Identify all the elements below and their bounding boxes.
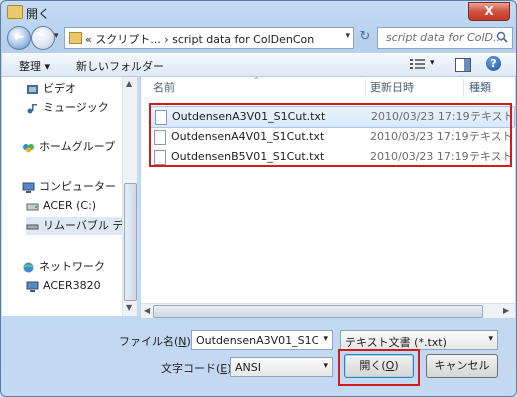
encoding-value: ANSI [235,361,261,374]
encoding-select[interactable]: ANSI ▾ [230,357,333,377]
removable-drive-icon [26,224,39,229]
nav-pane-scrollbar[interactable]: ▲ ▼ [122,77,137,316]
nav-item-network[interactable]: ネットワーク [22,258,105,276]
column-header-date[interactable]: 更新日時 [370,77,414,99]
nav-item-acer3820[interactable]: ACER3820 [26,277,101,295]
scroll-left-arrow-icon[interactable]: ◀ [144,306,150,315]
file-list-hscroll-thumb[interactable] [153,305,483,318]
change-view-icon[interactable] [410,58,426,70]
nav-item-homegroup[interactable]: ホームグループ [22,138,115,156]
new-folder-button[interactable]: 新しいフォルダー [76,58,164,74]
window-title: 開く [26,7,51,21]
close-button[interactable]: X [468,2,510,21]
hard-drive-icon [26,203,39,210]
nav-item-removable-drive[interactable]: リムーバブル ディ [26,217,136,235]
scroll-right-arrow-icon[interactable]: ▶ [503,306,509,315]
navigation-pane: ビデオ ミュージック ホームグループ コンピューター ACER (C:) リムー… [2,77,136,316]
refresh-button[interactable]: ↻ [356,28,374,46]
encoding-label: 文字コード(E): [161,362,235,375]
nav-item-label: コンピューター [39,180,116,193]
window-folder-icon [7,5,23,19]
column-separator[interactable] [365,79,366,97]
search-placeholder[interactable]: script data for ColD... [386,31,503,44]
help-icon[interactable]: ? [486,56,501,71]
nav-item-label: ACER (C:) [43,199,97,212]
nav-item-label: ホームグループ [39,140,116,153]
address-path[interactable]: « スクリプト... › script data for ColDenCon [85,31,314,47]
organize-button[interactable]: 整理 ▾ [19,58,50,74]
nav-item-label: リムーバブル ディ [43,219,134,232]
address-bar[interactable]: « スクリプト... › script data for ColDenCon ▾ [64,27,354,49]
nav-pane-scroll-thumb[interactable] [124,183,137,301]
sort-ascending-icon: ⌃ [253,77,260,85]
filename-input[interactable]: OutdensenA3V01_S1Cut. ▾ [191,330,333,350]
filename-label: ファイル名(N): [119,335,195,348]
nav-item-label: ビデオ [43,82,76,95]
navigation-bar: ← → ▾ « スクリプト... › script data for ColDe… [7,25,513,51]
nav-item-label: ミュージック [43,101,109,114]
file-type-value: テキスト文書 (*.txt) [345,336,447,349]
nav-item-label: ネットワーク [39,260,105,273]
network-computer-icon [26,281,39,292]
file-list-highlight-box [149,103,512,167]
music-library-icon [27,103,37,113]
computer-icon [22,182,35,193]
column-header-type[interactable]: 種類 [469,77,491,99]
file-list-hscrollbar[interactable]: ◀ ▶ [141,303,515,318]
network-icon [23,262,34,272]
encoding-dropdown-icon[interactable]: ▾ [323,361,328,371]
homegroup-icon [23,143,34,152]
scroll-down-arrow-icon[interactable]: ▼ [126,303,132,312]
command-toolbar: 整理 ▾ 新しいフォルダー ▾ ? [2,53,516,77]
filename-dropdown-icon[interactable]: ▾ [323,334,328,344]
nav-item-acer-c[interactable]: ACER (C:) [26,197,96,215]
back-button[interactable]: ← [7,26,31,50]
open-button-highlight-box [338,349,420,386]
address-dropdown-button[interactable]: ▾ [345,31,350,41]
nav-item-label: ACER3820 [43,279,101,292]
title-bar: 開く X [1,1,516,23]
forward-button[interactable]: → [31,26,55,50]
video-library-icon [27,84,38,94]
nav-item-computer[interactable]: コンピューター [22,178,116,196]
column-header-name[interactable]: 名前 [153,77,175,99]
filename-value[interactable]: OutdensenA3V01_S1Cut. [196,334,318,347]
pane-splitter[interactable] [137,77,140,316]
search-box[interactable]: script data for ColD... [377,27,513,49]
file-type-select[interactable]: テキスト文書 (*.txt) ▾ [340,330,498,350]
open-file-dialog: 開く X ← → ▾ « スクリプト... › script data for … [0,0,517,397]
file-type-dropdown-icon[interactable]: ▾ [488,334,493,344]
cancel-button[interactable]: キャンセル [426,354,498,378]
nav-item-music[interactable]: ミュージック [26,99,109,117]
search-icon[interactable] [496,31,508,43]
column-separator[interactable] [463,79,464,97]
preview-pane-icon[interactable] [455,58,471,72]
scroll-up-arrow-icon[interactable]: ▲ [126,79,132,88]
views-dropdown[interactable]: ▾ [430,58,435,68]
recent-locations-dropdown[interactable]: ▾ [54,31,59,41]
nav-item-video[interactable]: ビデオ [26,80,76,98]
folder-icon [69,32,82,44]
